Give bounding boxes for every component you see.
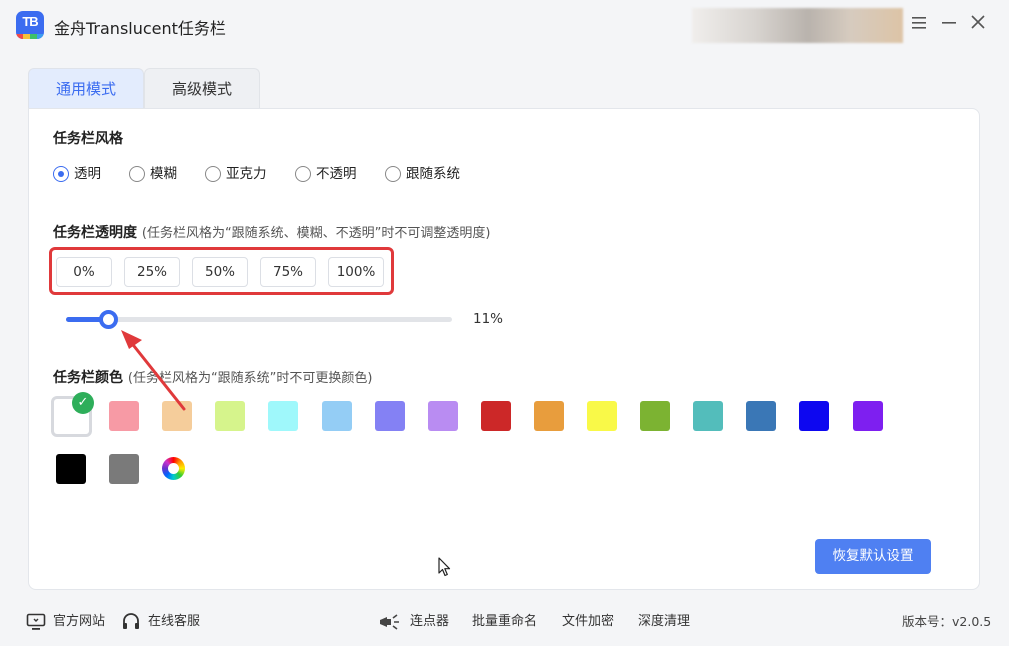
monitor-icon — [26, 613, 46, 630]
check-icon: ✓ — [72, 392, 94, 414]
preset-100-button[interactable]: 100% — [328, 257, 384, 287]
footer-deep-clean-link[interactable]: 深度清理 — [638, 612, 690, 632]
radio-circle — [295, 166, 311, 182]
color-swatch[interactable] — [853, 401, 883, 431]
title-bar: TB 金舟Translucent任务栏 — [0, 0, 1009, 52]
color-swatch[interactable] — [428, 401, 458, 431]
radio-label: 跟随系统 — [406, 166, 460, 182]
radio-circle — [385, 166, 401, 182]
opacity-slider-track[interactable] — [66, 317, 452, 322]
color-swatch[interactable] — [640, 401, 670, 431]
color-swatch[interactable] — [322, 401, 352, 431]
reset-defaults-button[interactable]: 恢复默认设置 — [815, 539, 931, 574]
opacity-title-text: 任务栏透明度 — [53, 225, 137, 241]
color-swatch[interactable] — [162, 401, 192, 431]
opacity-slider-thumb[interactable] — [98, 310, 118, 329]
tab-advanced-mode[interactable]: 高级模式 — [144, 68, 260, 109]
preset-25-button[interactable]: 25% — [124, 257, 180, 287]
blurred-region — [692, 8, 903, 43]
color-swatch[interactable] — [481, 401, 511, 431]
footer-batch-rename-link[interactable]: 批量重命名 — [472, 612, 537, 632]
preset-0-button[interactable]: 0% — [56, 257, 112, 287]
menu-icon[interactable] — [909, 14, 929, 34]
preset-75-button[interactable]: 75% — [260, 257, 316, 287]
radio-label: 不透明 — [316, 166, 357, 182]
footer-file-encrypt-link[interactable]: 文件加密 — [562, 612, 614, 632]
color-swatch[interactable] — [268, 401, 298, 431]
color-swatch[interactable] — [693, 401, 723, 431]
radio-transparent[interactable]: 透明 — [53, 164, 101, 184]
opacity-value: 11% — [473, 311, 504, 327]
tab-general-mode[interactable]: 通用模式 — [28, 68, 144, 109]
radio-label: 模糊 — [150, 166, 177, 182]
color-note: (任务栏风格为“跟随系统”时不可更换颜色) — [127, 371, 373, 386]
radio-circle — [129, 166, 145, 182]
logo-text: TB — [22, 14, 38, 29]
color-title-text: 任务栏颜色 — [53, 370, 123, 386]
preset-50-button[interactable]: 50% — [192, 257, 248, 287]
color-swatch[interactable] — [587, 401, 617, 431]
close-icon[interactable] — [968, 14, 988, 34]
radio-follow-system[interactable]: 跟随系统 — [385, 164, 460, 184]
footer-support-link[interactable]: 在线客服 — [148, 612, 200, 632]
radio-label: 透明 — [74, 166, 101, 182]
opacity-note: (任务栏风格为“跟随系统、模糊、不透明”时不可调整透明度) — [141, 226, 491, 241]
color-swatch[interactable] — [746, 401, 776, 431]
radio-label: 亚克力 — [226, 166, 267, 182]
radio-circle — [53, 166, 69, 182]
color-swatch[interactable] — [109, 454, 139, 484]
radio-blur[interactable]: 模糊 — [129, 164, 177, 184]
color-swatch[interactable] — [56, 454, 86, 484]
clicker-icon — [380, 614, 399, 630]
radio-acrylic[interactable]: 亚克力 — [205, 164, 267, 184]
color-swatch[interactable] — [215, 401, 245, 431]
footer-website-link[interactable]: 官方网站 — [53, 612, 105, 632]
color-wheel-icon[interactable] — [162, 457, 185, 480]
opacity-section-title: 任务栏透明度 (任务栏风格为“跟随系统、模糊、不透明”时不可调整透明度) — [53, 222, 491, 242]
minimize-icon[interactable] — [939, 14, 959, 34]
color-swatch[interactable] — [109, 401, 139, 431]
app-logo: TB — [16, 11, 44, 39]
color-swatch[interactable] — [534, 401, 564, 431]
headset-icon — [123, 613, 139, 629]
footer-clicker-link[interactable]: 连点器 — [410, 612, 449, 632]
color-swatch[interactable] — [375, 401, 405, 431]
radio-opaque[interactable]: 不透明 — [295, 164, 357, 184]
style-section-title: 任务栏风格 — [53, 131, 123, 147]
version-label: 版本号：v2.0.5 — [902, 614, 992, 629]
mouse-cursor-icon — [438, 557, 451, 577]
color-swatch[interactable] — [799, 401, 829, 431]
color-section-title: 任务栏颜色 (任务栏风格为“跟随系统”时不可更换颜色) — [53, 367, 373, 387]
radio-circle — [205, 166, 221, 182]
app-title: 金舟Translucent任务栏 — [54, 19, 226, 38]
